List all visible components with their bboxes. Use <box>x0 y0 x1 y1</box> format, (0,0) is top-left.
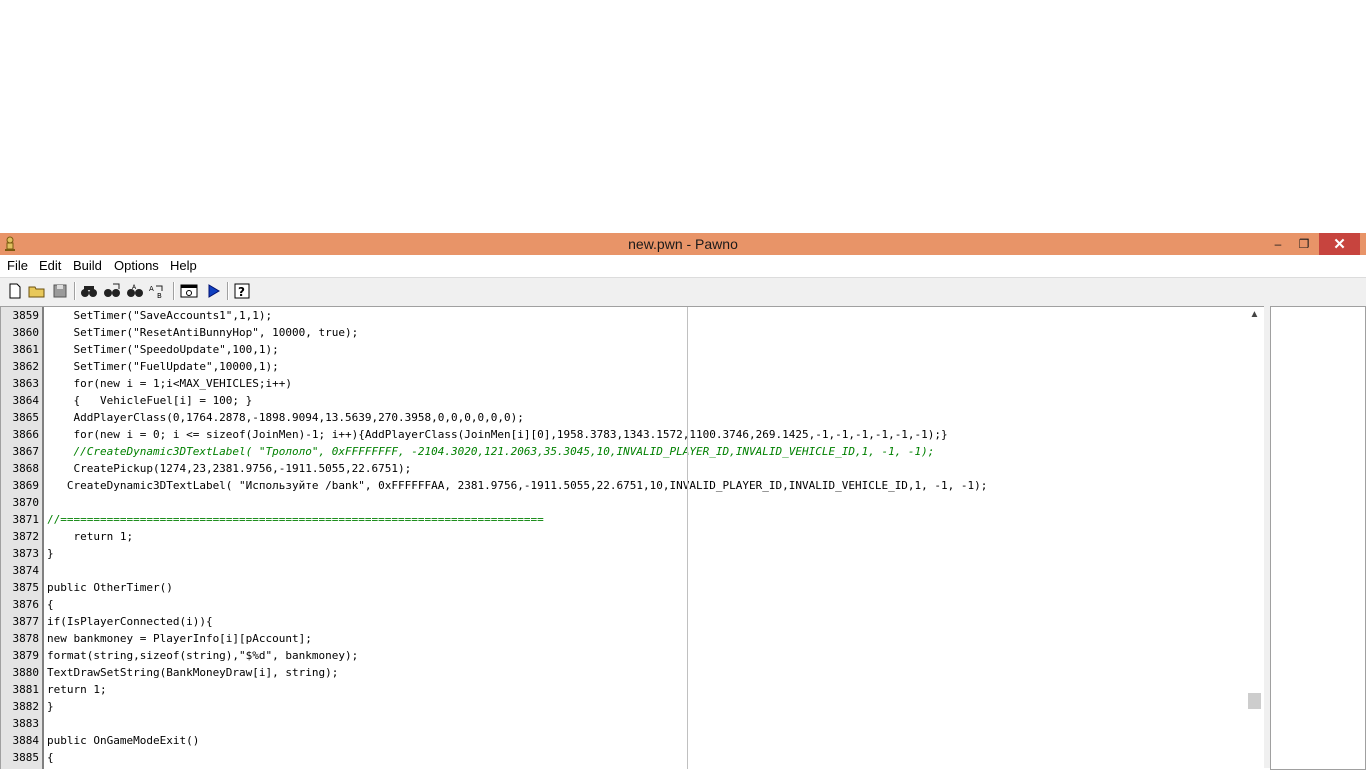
code-line[interactable]: TextDrawSetString(BankMoneyDraw[i], stri… <box>47 664 338 681</box>
code-line[interactable]: } <box>47 545 54 562</box>
svg-text:A: A <box>149 285 154 293</box>
line-number: 3867 <box>12 445 40 458</box>
code-line[interactable]: public OnGameModeExit() <box>47 732 199 749</box>
line-number: 3865 <box>12 411 40 424</box>
line-number: 3880 <box>12 666 40 679</box>
window-title: new.pwn - Pawno <box>628 236 738 252</box>
line-number: 3869 <box>12 479 40 492</box>
line-number: 3884 <box>12 734 40 747</box>
svg-text:B: B <box>157 292 162 299</box>
toolbar-separator <box>227 282 229 300</box>
line-number: 3870 <box>12 496 40 509</box>
menu-help[interactable]: Help <box>170 258 197 273</box>
replace-all-icon[interactable]: AB <box>148 281 168 301</box>
code-line[interactable]: if(IsPlayerConnected(i)){ <box>47 613 213 630</box>
menu-options[interactable]: Options <box>114 258 159 273</box>
open-folder-icon[interactable] <box>27 281 47 301</box>
toolbar: A AB ? <box>0 278 1366 306</box>
code-line[interactable]: CreatePickup(1274,23,2381.9756,-1911.505… <box>47 460 411 477</box>
menu-build[interactable]: Build <box>73 258 102 273</box>
line-number: 3874 <box>12 564 40 577</box>
line-number: 3864 <box>12 394 40 407</box>
code-area[interactable]: SetTimer("SaveAccounts1",1,1); SetTimer(… <box>47 307 1247 769</box>
code-line[interactable]: SetTimer("SaveAccounts1",1,1); <box>47 307 272 324</box>
line-number: 3878 <box>12 632 40 645</box>
code-line[interactable]: //======================================… <box>47 511 544 528</box>
code-line[interactable]: return 1; <box>47 528 133 545</box>
code-line[interactable]: return 1; <box>47 681 107 698</box>
line-number: 3879 <box>12 649 40 662</box>
find-next-icon[interactable] <box>102 281 122 301</box>
line-number: 3863 <box>12 377 40 390</box>
line-number: 3871 <box>12 513 40 526</box>
line-number: 3860 <box>12 326 40 339</box>
line-number: 3859 <box>12 309 40 322</box>
help-question-icon[interactable]: ? <box>232 281 252 301</box>
code-line[interactable]: CreateDynamic3DTextLabel( "Используйте /… <box>47 477 988 494</box>
code-line[interactable]: for(new i = 1;i<MAX_VEHICLES;i++) <box>47 375 292 392</box>
code-line[interactable]: format(string,sizeof(string),"$%d", bank… <box>47 647 358 664</box>
find-binoculars-icon[interactable] <box>79 281 99 301</box>
line-number-gutter: 3859 3860 3861 3862 3863 3864 3865 3866 3867 3868… <box>1 307 44 769</box>
code-line[interactable]: //CreateDynamic3DTextLabel( "Трололо", 0… <box>47 443 934 460</box>
toolbar-separator <box>173 282 175 300</box>
save-disk-icon[interactable] <box>50 281 70 301</box>
svg-text:A: A <box>132 284 137 291</box>
code-editor[interactable]: 3859 3860 3861 3862 3863 3864 3865 3866 3867 3868… <box>0 306 1264 769</box>
line-number: 3875 <box>12 581 40 594</box>
code-line[interactable]: new bankmoney = PlayerInfo[i][pAccount]; <box>47 630 312 647</box>
code-line[interactable]: for(new i = 0; i <= sizeof(JoinMen)-1; i… <box>47 426 947 443</box>
code-line[interactable]: } <box>47 698 54 715</box>
svg-text:?: ? <box>238 285 245 299</box>
line-number: 3861 <box>12 343 40 356</box>
line-number: 3873 <box>12 547 40 560</box>
line-number: 3883 <box>12 717 40 730</box>
line-number: 3872 <box>12 530 40 543</box>
line-number: 3877 <box>12 615 40 628</box>
code-line[interactable]: { VehicleFuel[i] = 100; } <box>47 392 252 409</box>
function-list-panel[interactable] <box>1270 306 1366 770</box>
close-button[interactable]: ✕ <box>1319 233 1360 255</box>
code-line[interactable]: AddPlayerClass(0,1764.2878,-1898.9094,13… <box>47 409 523 426</box>
run-play-icon[interactable] <box>203 281 223 301</box>
pawno-window: new.pwn - Pawno – ❐ ✕ File Edit Build Op… <box>0 233 1366 770</box>
maximize-button[interactable]: ❐ <box>1291 233 1317 255</box>
menu-edit[interactable]: Edit <box>39 258 61 273</box>
code-line[interactable]: { <box>47 749 54 766</box>
code-line[interactable]: SetTimer("FuelUpdate",10000,1); <box>47 358 278 375</box>
minimize-button[interactable]: – <box>1265 233 1291 255</box>
code-line[interactable]: { <box>47 596 54 613</box>
code-line[interactable]: public OtherTimer() <box>47 579 173 596</box>
line-number: 3862 <box>12 360 40 373</box>
replace-icon[interactable]: A <box>125 281 145 301</box>
menu-file[interactable]: File <box>7 258 28 273</box>
edge-column-marker <box>687 307 688 769</box>
menu-bar: File Edit Build Options Help <box>0 255 1366 278</box>
scroll-up-arrow-icon[interactable]: ▲ <box>1246 309 1263 323</box>
new-file-icon[interactable] <box>5 281 25 301</box>
line-number: 3885 <box>12 751 40 764</box>
line-number: 3882 <box>12 700 40 713</box>
scrollbar-thumb[interactable] <box>1248 693 1261 709</box>
line-number: 3868 <box>12 462 40 475</box>
compile-window-icon[interactable] <box>179 281 199 301</box>
code-line[interactable]: SetTimer("ResetAntiBunnyHop", 10000, tru… <box>47 324 358 341</box>
line-number: 3876 <box>12 598 40 611</box>
line-number: 3866 <box>12 428 40 441</box>
toolbar-separator <box>74 282 76 300</box>
title-bar[interactable]: new.pwn - Pawno – ❐ ✕ <box>0 233 1366 255</box>
line-number: 3881 <box>12 683 40 696</box>
vertical-scrollbar[interactable]: ▲ <box>1246 307 1263 769</box>
code-line[interactable]: SetTimer("SpeedoUpdate",100,1); <box>47 341 278 358</box>
